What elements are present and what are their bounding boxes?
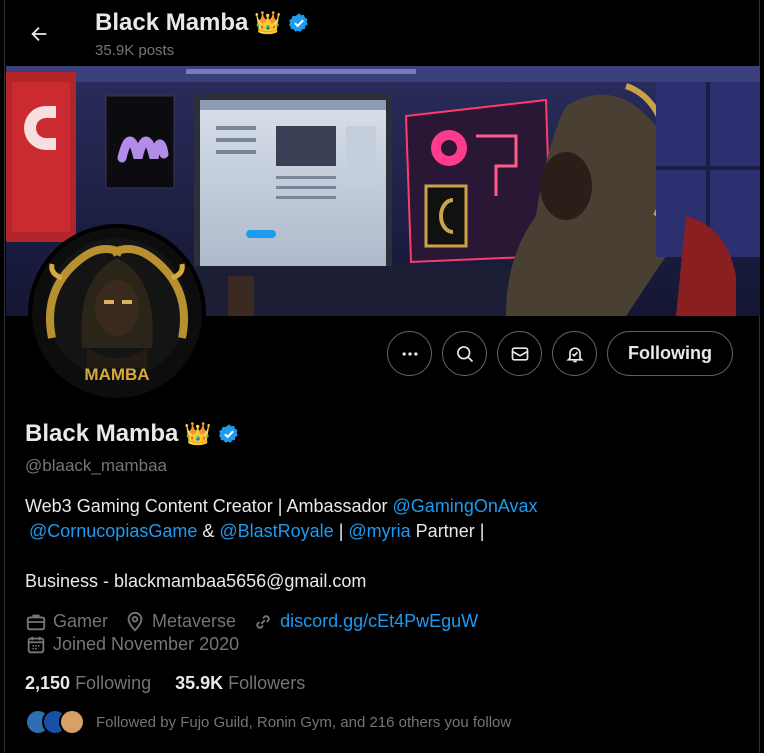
- bio-text: Web3 Gaming Content Creator | Ambassador: [25, 496, 393, 516]
- calendar-icon: [27, 636, 45, 653]
- followers-label: Followers: [228, 673, 306, 693]
- cornucopias-logo: [6, 72, 76, 242]
- location-item: Metaverse: [124, 611, 236, 633]
- bio-line-2: @CornucopiasGame & @BlastRoyale | @myria…: [25, 519, 725, 544]
- search-icon: [456, 345, 473, 362]
- follower-avatar: [59, 709, 85, 735]
- crown-emoji: 👑: [254, 10, 282, 35]
- top-bar: Black Mamba 👑 35.9K posts: [5, 0, 761, 66]
- category-item: Gamer: [25, 611, 108, 633]
- profile-avatar[interactable]: MAMBA: [28, 224, 206, 402]
- avatar-image: MAMBA: [32, 228, 202, 398]
- mention-gamingonavax[interactable]: @GamingOnAvax: [393, 496, 538, 516]
- joined-text: Joined November 2020: [53, 634, 240, 654]
- website-item[interactable]: discord.gg/cEt4PwEguW: [252, 611, 478, 633]
- followed-by-text: Followed by Fujo Guild, Ronin Gym, and 2…: [96, 713, 512, 731]
- following-label: Following: [75, 673, 152, 693]
- notification-bell-icon: [565, 346, 584, 362]
- link-icon: [256, 614, 270, 629]
- arrow-left-icon: [31, 26, 47, 42]
- display-name: Black Mamba: [25, 420, 179, 447]
- bio-separator: |: [333, 521, 349, 541]
- bio-business: Business - blackmambaa5656@gmail.com: [25, 571, 367, 591]
- bio-partner: Partner |: [410, 521, 485, 541]
- mention-blastroyale[interactable]: @BlastRoyale: [219, 521, 333, 541]
- header-name: Black Mamba: [95, 9, 249, 36]
- follow-stats: 2,150 Following 35.9K Followers: [25, 673, 305, 694]
- mention-cornucopiasgame[interactable]: @CornucopiasGame: [29, 521, 197, 541]
- bio-ampersand: &: [197, 521, 220, 541]
- profile-name: Black Mamba 👑: [25, 420, 240, 448]
- category-text: Gamer: [53, 611, 109, 631]
- followers-stat[interactable]: 35.9K Followers: [175, 673, 305, 694]
- myria-logo: [105, 95, 175, 189]
- search-button[interactable]: [442, 331, 488, 376]
- meta-row-1: Gamer Metaverse discord.gg/cEt4PwEguW: [25, 610, 494, 633]
- followers-count: 35.9K: [175, 673, 224, 693]
- following-stat[interactable]: 2,150 Following: [25, 673, 151, 694]
- followed-by[interactable]: Followed by Fujo Guild, Ronin Gym, and 2…: [25, 709, 511, 735]
- location-pin-icon: [127, 611, 143, 632]
- briefcase-icon: [26, 614, 46, 630]
- profile-meta: Gamer Metaverse discord.gg/cEt4PwEguW Jo…: [25, 610, 494, 656]
- website-link[interactable]: discord.gg/cEt4PwEguW: [280, 611, 478, 632]
- profile-handle: @blaack_mambaa: [25, 456, 167, 475]
- following-button[interactable]: Following: [607, 331, 733, 376]
- following-count: 2,150: [25, 673, 71, 693]
- profile-bio: Web3 Gaming Content Creator | Ambassador…: [25, 494, 725, 594]
- bio-line-1: Web3 Gaming Content Creator | Ambassador…: [25, 494, 725, 519]
- profile-page: Black Mamba 👑 35.9K posts MAMBA Followin…: [4, 0, 760, 753]
- header-title: Black Mamba 👑: [95, 9, 310, 37]
- crown-emoji: 👑: [184, 421, 212, 446]
- more-icon: [402, 351, 418, 356]
- message-button[interactable]: [497, 331, 543, 376]
- back-button[interactable]: [19, 14, 59, 54]
- notifications-button[interactable]: [552, 331, 598, 376]
- avatar-text: MAMBA: [84, 365, 149, 384]
- location-text: Metaverse: [152, 611, 237, 631]
- mention-myria[interactable]: @myria: [348, 521, 410, 541]
- more-button[interactable]: [387, 331, 433, 376]
- verified-badge-icon[interactable]: [218, 423, 240, 445]
- joined-item: Joined November 2020: [25, 634, 239, 656]
- meta-row-2: Joined November 2020: [25, 633, 494, 656]
- posts-count: 35.9K posts: [95, 42, 175, 59]
- profile-actions: Following: [387, 331, 733, 376]
- verified-badge-icon: [288, 13, 308, 32]
- message-icon: [511, 346, 528, 361]
